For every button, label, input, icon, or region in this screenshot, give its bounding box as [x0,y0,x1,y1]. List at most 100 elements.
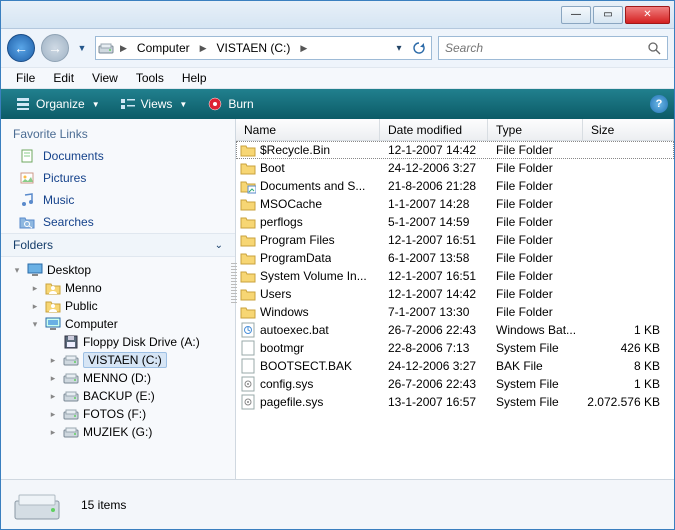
crumb-chevron[interactable]: ▶ [198,43,209,54]
menu-view[interactable]: View [83,69,127,87]
pane-resize-handle[interactable] [231,263,237,303]
folder-icon [240,250,256,266]
address-bar[interactable]: ▶ Computer ▶ VISTAEN (C:) ▶ ▾ [95,36,432,60]
tree-item[interactable]: ▸MUZIEK (G:) [1,423,235,441]
tree-item[interactable]: ▾Desktop [1,261,235,279]
expand-toggle[interactable]: ▸ [47,372,59,384]
menubar: File Edit View Tools Help [1,67,674,89]
views-button[interactable]: Views ▼ [112,93,196,115]
menu-help[interactable]: Help [173,69,216,87]
expand-toggle[interactable]: ▸ [47,354,59,366]
titlebar: — ▭ ✕ [1,1,674,29]
file-type: File Folder [488,287,583,301]
tree-item[interactable]: ▸ VISTAEN (C:) [1,351,235,369]
file-type: Windows Bat... [488,323,583,337]
folders-header[interactable]: Folders ⌄ [1,233,235,257]
menu-file[interactable]: File [7,69,44,87]
back-button[interactable]: ← [7,34,35,62]
file-row[interactable]: ProgramData6-1-2007 13:58File Folder [236,249,674,267]
file-type: File Folder [488,215,583,229]
file-name: perflogs [260,215,303,229]
file-name: Users [260,287,291,301]
file-date: 24-12-2006 3:27 [380,359,488,373]
file-row[interactable]: Boot24-12-2006 3:27File Folder [236,159,674,177]
organize-label: Organize [36,97,85,111]
col-date[interactable]: Date modified [380,119,488,140]
file-name: autoexec.bat [260,323,329,337]
file-row[interactable]: config.sys26-7-2006 22:43System File1 KB [236,375,674,393]
expand-toggle[interactable]: ▸ [47,426,59,438]
menu-edit[interactable]: Edit [44,69,83,87]
file-list-pane: Name Date modified Type Size $Recycle.Bi… [236,119,674,479]
cfg-icon [240,376,256,392]
file-name: MSOCache [260,197,322,211]
file-row[interactable]: Users12-1-2007 14:42File Folder [236,285,674,303]
file-row[interactable]: System Volume In...12-1-2007 16:51File F… [236,267,674,285]
expand-toggle[interactable]: ▸ [47,390,59,402]
user-icon [45,298,61,314]
file-row[interactable]: autoexec.bat 26-7-2006 22:43Windows Bat..… [236,321,674,339]
file-name: Boot [260,161,285,175]
favorite-label: Searches [43,215,94,229]
chevron-down-icon: ▼ [179,100,187,109]
favorite-link-music[interactable]: Music [1,189,235,211]
col-size[interactable]: Size [583,119,674,140]
file-row[interactable]: Documents and S...21-8-2006 21:28File Fo… [236,177,674,195]
command-bar: Organize ▼ Views ▼ Burn ? [1,89,674,119]
search-box[interactable] [438,36,668,60]
folder-icon [240,142,256,158]
crumb-root-chevron[interactable]: ▶ [118,43,129,54]
favorite-link-searches[interactable]: Searches [1,211,235,233]
organize-button[interactable]: Organize ▼ [7,93,108,115]
burn-button[interactable]: Burn [199,93,261,115]
help-button[interactable]: ? [650,95,668,113]
tree-item[interactable]: Floppy Disk Drive (A:) [1,333,235,351]
col-name[interactable]: Name [236,119,380,140]
forward-arrow-icon: → [48,40,62,56]
file-row[interactable]: $Recycle.Bin12-1-2007 14:42File Folder [236,141,674,159]
nav-history-dropdown[interactable]: ▼ [75,39,89,57]
file-row[interactable]: perflogs5-1-2007 14:59File Folder [236,213,674,231]
views-label: Views [141,97,173,111]
file-row[interactable]: MSOCache1-1-2007 14:28File Folder [236,195,674,213]
menu-tools[interactable]: Tools [127,69,173,87]
tree-item[interactable]: ▸Menno [1,279,235,297]
tree-item-label: VISTAEN (C:) [83,352,167,368]
refresh-button[interactable] [409,38,429,58]
column-headers: Name Date modified Type Size [236,119,674,141]
expand-toggle[interactable]: ▾ [29,318,41,330]
file-date: 26-7-2006 22:43 [380,323,488,337]
file-row[interactable]: Windows7-1-2007 13:30File Folder [236,303,674,321]
maximize-button[interactable]: ▭ [593,6,623,24]
crumb-chevron-end[interactable]: ▶ [298,43,309,54]
navbar: ← → ▼ ▶ Computer ▶ VISTAEN (C:) ▶ ▾ [1,29,674,67]
tree-item[interactable]: ▸FOTOS (F:) [1,405,235,423]
tree-item[interactable]: ▸Public [1,297,235,315]
tree-item[interactable]: ▸ BACKUP (E:) [1,387,235,405]
tree-item[interactable]: ▾Computer [1,315,235,333]
favorite-link-documents[interactable]: Documents [1,145,235,167]
tree-item[interactable]: ▸MENNO (D:) [1,369,235,387]
folder-tree: ▾Desktop▸Menno▸Public▾ComputerFloppy Dis… [1,257,235,479]
expand-toggle[interactable]: ▸ [47,408,59,420]
expand-toggle[interactable]: ▸ [29,300,41,312]
search-input[interactable] [445,41,647,55]
favorite-link-pictures[interactable]: Pictures [1,167,235,189]
forward-button[interactable]: → [41,34,69,62]
crumb-computer[interactable]: Computer [133,39,194,57]
expand-toggle[interactable]: ▸ [29,282,41,294]
expand-toggle[interactable]: ▾ [11,264,23,276]
file-row[interactable]: pagefile.sys13-1-2007 16:57System File2.… [236,393,674,411]
file-row[interactable]: BOOTSECT.BAK24-12-2006 3:27BAK File8 KB [236,357,674,375]
minimize-button[interactable]: — [561,6,591,24]
file-row[interactable]: bootmgr22-8-2006 7:13System File426 KB [236,339,674,357]
file-type: File Folder [488,179,583,193]
address-dropdown[interactable]: ▾ [389,38,409,58]
folder-icon [240,286,256,302]
tree-item-label: BACKUP (E:) [83,389,155,403]
col-type[interactable]: Type [488,119,583,140]
close-button[interactable]: ✕ [625,6,670,24]
crumb-drive[interactable]: VISTAEN (C:) [213,39,295,57]
file-row[interactable]: Program Files12-1-2007 16:51File Folder [236,231,674,249]
folder-icon [240,214,256,230]
